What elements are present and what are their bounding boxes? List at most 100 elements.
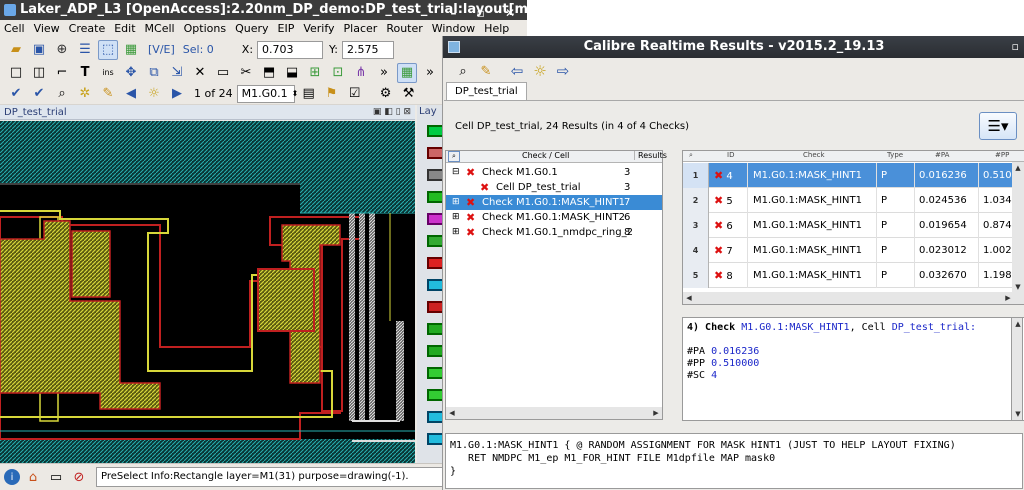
- menu-view[interactable]: View: [34, 22, 60, 35]
- result-row[interactable]: 4✖ 7M1.G0.1:MASK_HINT1P0.0230121.00200: [683, 238, 1024, 263]
- layer-palette-icon[interactable]: ▦: [121, 40, 141, 60]
- col-type[interactable]: Type: [887, 151, 903, 159]
- highlight-zoom-icon[interactable]: ⌕: [453, 61, 473, 81]
- row-number[interactable]: 4: [683, 238, 709, 263]
- clear-highlight-icon[interactable]: ✎: [98, 84, 118, 104]
- detail-cell-name[interactable]: DP_test_trial:: [892, 322, 976, 333]
- home-icon[interactable]: ⌂: [23, 467, 43, 487]
- col-check[interactable]: Check: [803, 151, 825, 159]
- row-number[interactable]: 2: [683, 188, 709, 213]
- instance-icon[interactable]: ins: [98, 63, 118, 83]
- align-icon[interactable]: ⊞: [305, 63, 325, 83]
- highlight-icon[interactable]: ✲: [75, 84, 95, 104]
- delete-icon[interactable]: ✕: [190, 63, 210, 83]
- scroll-down-icon[interactable]: ▼: [1012, 408, 1024, 420]
- settings-gear-icon[interactable]: ⚙: [376, 84, 396, 104]
- stretch-icon[interactable]: ⇲: [167, 63, 187, 83]
- tree-row[interactable]: ⊟ ✖ Check M1.G0.1 3: [446, 165, 662, 180]
- merge-icon[interactable]: ▭: [213, 63, 233, 83]
- result-row[interactable]: 2✖ 5M1.G0.1:MASK_HINT1P0.0245361.03400: [683, 188, 1024, 213]
- laker-title-bar[interactable]: Laker_ADP_L3 [OpenAccess]:2.20nm_DP_demo…: [0, 0, 527, 20]
- menu-help[interactable]: Help: [484, 22, 509, 35]
- hierarchy-icon[interactable]: ⋔: [351, 63, 371, 83]
- results-corner-icon[interactable]: ⌕: [689, 151, 693, 160]
- tab-dp-test-trial[interactable]: DP_test_trial: [446, 82, 527, 101]
- copy-icon[interactable]: ⧉: [144, 63, 164, 83]
- detail-check-name[interactable]: M1.G0.1:MASK_HINT1: [741, 322, 849, 333]
- result-row[interactable]: 3✖ 6M1.G0.1:MASK_HINT1P0.0196540.874000: [683, 213, 1024, 238]
- tree-expander-icon[interactable]: ⊞: [452, 210, 460, 225]
- tree-expander-icon[interactable]: ⊞: [452, 195, 460, 210]
- tree-expander-icon[interactable]: ⊞: [452, 225, 460, 240]
- scroll-right-icon[interactable]: ▶: [650, 407, 662, 419]
- menu-options[interactable]: Options: [184, 22, 226, 35]
- laker-window-controls[interactable]: – ▫ ✕: [450, 3, 523, 20]
- filter-icon[interactable]: ⚑: [322, 84, 342, 104]
- zoom-fit-icon[interactable]: ⊕: [52, 40, 72, 60]
- clear-highlight-wand-icon[interactable]: ✎: [476, 61, 496, 81]
- tools-icon[interactable]: ⚒: [399, 84, 419, 104]
- tree-hscrollbar[interactable]: ◀ ▶: [446, 407, 662, 419]
- more-tools-icon[interactable]: »: [374, 63, 394, 83]
- previous-result-icon[interactable]: ⇦: [507, 61, 527, 81]
- more-tools-2-icon[interactable]: »: [420, 63, 440, 83]
- menu-placer[interactable]: Placer: [344, 22, 378, 35]
- calibre-window-controls[interactable]: ▫: [1012, 36, 1019, 58]
- group-icon[interactable]: ⊡: [328, 63, 348, 83]
- scroll-left-icon[interactable]: ◀: [683, 292, 695, 304]
- path-icon[interactable]: ⌐: [52, 63, 72, 83]
- info-icon[interactable]: i: [4, 469, 20, 485]
- check-mark-icon[interactable]: ✔: [6, 84, 26, 104]
- stop-icon[interactable]: ⊘: [69, 467, 89, 487]
- zoom-search-icon[interactable]: ⌕: [52, 84, 72, 104]
- row-number[interactable]: 3: [683, 213, 709, 238]
- report-icon[interactable]: ▤: [299, 84, 319, 104]
- open-folder-icon[interactable]: ▰: [6, 40, 26, 60]
- layout-view-controls[interactable]: ▣ ◧ ▯ ⊠: [373, 105, 411, 120]
- rule-text-pane[interactable]: M1.G0.1:MASK_HINT1 { @ RANDOM ASSIGNMENT…: [445, 433, 1023, 489]
- col-id[interactable]: ID: [727, 151, 734, 159]
- menu-cell[interactable]: Cell: [4, 22, 25, 35]
- window-icon[interactable]: ▭: [46, 467, 66, 487]
- check-select-dropdown[interactable]: M1.G0.1 ⬍: [236, 84, 298, 103]
- y-coord-field[interactable]: 2.575: [342, 40, 394, 59]
- row-number[interactable]: 5: [683, 263, 709, 288]
- col-check-cell[interactable]: Check / Cell: [522, 151, 569, 160]
- chop-icon[interactable]: ⬒: [259, 63, 279, 83]
- menu-eip[interactable]: EIP: [278, 22, 295, 35]
- waive-icon[interactable]: ☑: [345, 84, 365, 104]
- menu-query[interactable]: Query: [235, 22, 268, 35]
- view-options-button[interactable]: ☰▾: [979, 112, 1017, 140]
- polygon-icon[interactable]: ◫: [29, 63, 49, 83]
- results-hscrollbar[interactable]: ◀ ▶: [683, 292, 1024, 304]
- scroll-left-icon[interactable]: ◀: [446, 407, 458, 419]
- verify-run-icon[interactable]: ✔: [29, 84, 49, 104]
- results-vscrollbar[interactable]: ▲ ▼: [1012, 162, 1024, 293]
- menu-edit[interactable]: Edit: [114, 22, 135, 35]
- layout-canvas[interactable]: [0, 121, 415, 463]
- layer-grid-icon[interactable]: ▦: [397, 62, 417, 83]
- row-number[interactable]: 1: [683, 163, 709, 188]
- result-row[interactable]: 5✖ 8M1.G0.1:MASK_HINT1P0.0326701.19800: [683, 263, 1024, 288]
- cut-icon[interactable]: ✂: [236, 63, 256, 83]
- prev-arrow-icon[interactable]: ◀: [121, 84, 141, 104]
- menu-window[interactable]: Window: [432, 22, 475, 35]
- col-results[interactable]: Results: [634, 151, 667, 160]
- col-pp[interactable]: #PP: [995, 151, 1009, 159]
- flip-icon[interactable]: ⬓: [282, 63, 302, 83]
- calibre-title-bar[interactable]: Calibre Realtime Results - v2015.2_19.13…: [443, 36, 1024, 58]
- detail-vscrollbar[interactable]: ▲ ▼: [1011, 317, 1023, 421]
- menu-create[interactable]: Create: [69, 22, 106, 35]
- next-arrow-icon[interactable]: ▶: [167, 84, 187, 104]
- next-result-icon[interactable]: ⇨: [553, 61, 573, 81]
- menu-router[interactable]: Router: [386, 22, 422, 35]
- highlight-current-icon[interactable]: ☼: [530, 61, 550, 81]
- menu-mcell[interactable]: MCell: [145, 22, 175, 35]
- scroll-up-icon[interactable]: ▲: [1012, 162, 1024, 174]
- sun-icon[interactable]: ☼: [144, 84, 164, 104]
- rectangle-icon[interactable]: □: [6, 63, 26, 83]
- col-pa[interactable]: #PA: [935, 151, 949, 159]
- menu-verify[interactable]: Verify: [303, 22, 334, 35]
- save-icon[interactable]: ▣: [29, 40, 49, 60]
- tree-row[interactable]: ⊞ ✖ Check M1.G0.1:MASK_HINT1 7: [446, 195, 662, 210]
